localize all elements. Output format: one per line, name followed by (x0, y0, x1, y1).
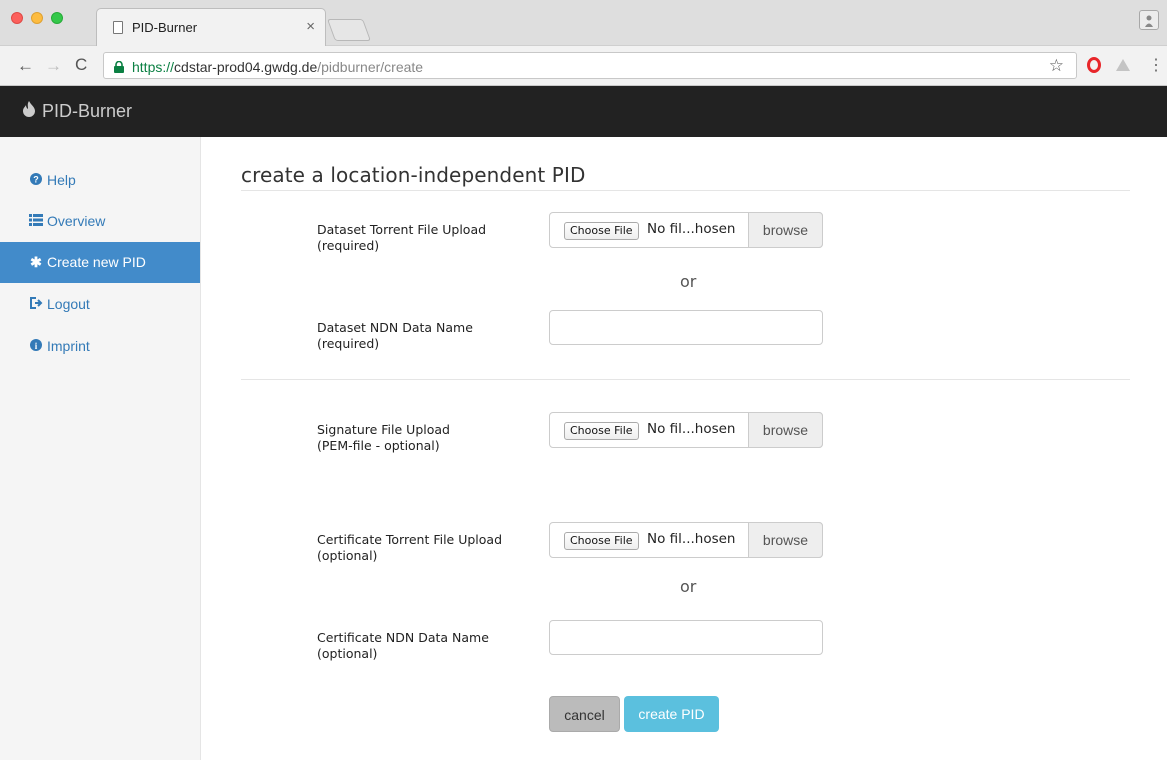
reload-icon[interactable]: C (75, 55, 87, 75)
or-separator: or (680, 272, 697, 291)
profile-button[interactable] (1139, 10, 1159, 30)
brand-text: PID-Burner (42, 101, 133, 121)
cancel-button[interactable]: cancel (549, 696, 620, 732)
sidebar-item-create-new-pid[interactable]: ✱ Create new PID (0, 242, 200, 283)
page-title: create a location-independent PID (241, 163, 586, 187)
svg-text:?: ? (33, 175, 39, 185)
label-line: (optional) (317, 646, 378, 661)
sidebar-item-label: Imprint (47, 338, 90, 354)
label-line: Certificate NDN Data Name (317, 630, 489, 645)
label-line: (optional) (317, 548, 378, 563)
signature-file-input[interactable]: Choose File No fil...hosen browse (549, 412, 823, 448)
label-line: (required) (317, 238, 380, 253)
dataset-torrent-file-input[interactable]: Choose File No fil...hosen browse (549, 212, 823, 248)
create-pid-button[interactable]: create PID (624, 696, 719, 732)
browse-button[interactable]: browse (748, 522, 823, 558)
sidebar-item-overview[interactable]: Overview (0, 201, 200, 242)
lock-icon (114, 60, 124, 73)
asterisk-icon: ✱ (30, 254, 42, 270)
browser-tab[interactable]: PID-Burner × (96, 8, 326, 46)
title-divider (241, 190, 1130, 191)
sidebar-item-label: Help (47, 172, 76, 188)
no-file-chosen-text: No fil...hosen (647, 531, 736, 547)
sidebar-item-help[interactable]: ? Help (0, 160, 200, 201)
certificate-torrent-file-input[interactable]: Choose File No fil...hosen browse (549, 522, 823, 558)
brand-link[interactable]: PID-Burner (22, 101, 132, 122)
logout-icon (29, 296, 43, 312)
app-navbar: PID-Burner (0, 86, 1167, 137)
label-line: Signature File Upload (317, 422, 450, 437)
document-icon (113, 21, 123, 34)
browser-toolbar: ← → C https://cdstar-prod04.gwdg.de/pidb… (0, 46, 1167, 86)
dataset-ndn-label: Dataset NDN Data Name (required) (317, 320, 473, 352)
no-file-chosen-text: No fil...hosen (647, 221, 736, 237)
certificate-ndn-label: Certificate NDN Data Name (optional) (317, 630, 489, 662)
sidebar-item-logout[interactable]: Logout (0, 284, 200, 325)
choose-file-button[interactable]: Choose File (564, 422, 639, 440)
choose-file-button[interactable]: Choose File (564, 532, 639, 550)
new-tab-button[interactable] (326, 19, 372, 41)
question-circle-icon: ? (29, 172, 43, 188)
choose-file-button[interactable]: Choose File (564, 222, 639, 240)
back-arrow-icon[interactable]: ← (17, 56, 34, 76)
sidebar-item-label: Logout (47, 296, 90, 312)
info-circle-icon: i (29, 338, 43, 354)
minimize-window-button[interactable] (31, 12, 43, 24)
certificate-torrent-label: Certificate Torrent File Upload (optiona… (317, 532, 502, 564)
list-icon (29, 213, 43, 229)
sidebar-item-label: Create new PID (47, 254, 146, 270)
person-icon (1145, 14, 1153, 27)
cloud-extension-icon[interactable] (1115, 58, 1131, 75)
fire-icon (22, 101, 36, 122)
label-line: Dataset NDN Data Name (317, 320, 473, 335)
label-line: Dataset Torrent File Upload (317, 222, 487, 237)
label-line: (required) (317, 336, 380, 351)
address-bar[interactable]: https://cdstar-prod04.gwdg.de/pidburner/… (103, 52, 1077, 79)
url-host: cdstar-prod04.gwdg.de (174, 59, 318, 75)
sidebar: ? Help Overview ✱ Create new PID Logout i… (0, 137, 201, 760)
label-line: (PEM-file - optional) (317, 438, 440, 453)
dataset-torrent-label: Dataset Torrent File Upload (required) (317, 222, 486, 254)
signature-label: Signature File Upload (PEM-file - option… (317, 422, 450, 454)
url-text: https://cdstar-prod04.gwdg.de/pidburner/… (132, 59, 423, 75)
dataset-ndn-input[interactable] (549, 310, 823, 345)
url-path: /pidburner/create (317, 59, 424, 75)
no-file-chosen-text: No fil...hosen (647, 421, 736, 437)
url-scheme: https:// (132, 59, 175, 75)
browser-tabbar: PID-Burner × (0, 0, 1167, 46)
browse-button[interactable]: browse (748, 212, 823, 248)
or-separator: or (680, 577, 697, 596)
sidebar-item-imprint[interactable]: i Imprint (0, 326, 200, 367)
bookmark-star-icon[interactable]: ☆ (1049, 56, 1064, 76)
section-divider (241, 379, 1130, 380)
browser-menu-icon[interactable]: ⋮ (1148, 55, 1164, 75)
sidebar-item-label: Overview (47, 213, 106, 229)
maximize-window-button[interactable] (51, 12, 63, 24)
opera-extension-icon[interactable] (1087, 57, 1101, 73)
tab-close-icon[interactable]: × (306, 18, 315, 35)
certificate-ndn-input[interactable] (549, 620, 823, 655)
close-window-button[interactable] (11, 12, 23, 24)
browse-button[interactable]: browse (748, 412, 823, 448)
label-line: Certificate Torrent File Upload (317, 532, 503, 547)
forward-arrow-icon[interactable]: → (45, 56, 62, 76)
tab-title: PID-Burner (132, 20, 198, 35)
